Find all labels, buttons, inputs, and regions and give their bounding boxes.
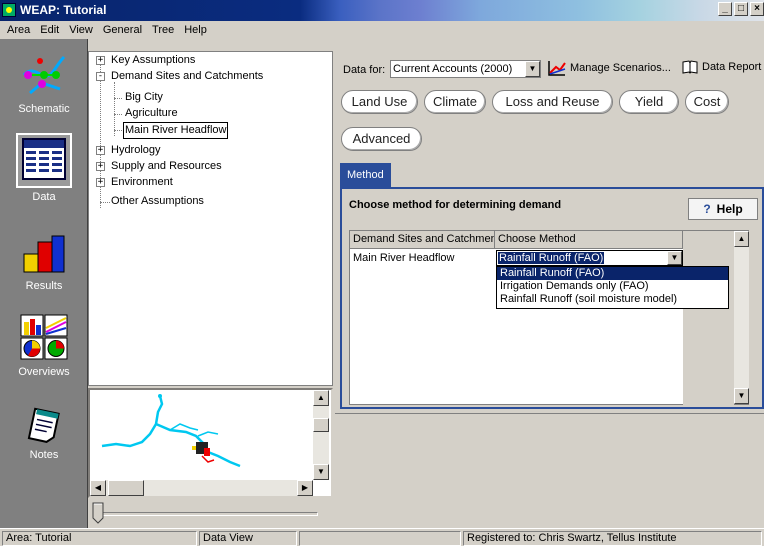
status-view: Data View bbox=[199, 531, 297, 546]
menu-help[interactable]: Help bbox=[179, 24, 212, 36]
scroll-up-arrow-icon[interactable]: ▲ bbox=[734, 231, 749, 247]
notes-view-button[interactable]: Notes bbox=[0, 407, 88, 461]
scroll-thumb[interactable] bbox=[108, 480, 144, 496]
chevron-down-icon[interactable]: ▼ bbox=[667, 251, 682, 265]
minimize-button[interactable]: _ bbox=[718, 2, 732, 16]
category-advanced[interactable]: Advanced bbox=[341, 127, 422, 151]
data-label: Data bbox=[32, 191, 56, 203]
maximize-button[interactable]: □ bbox=[734, 2, 748, 16]
dropdown-option-irrigation-demands[interactable]: Irrigation Demands only (FAO) bbox=[497, 280, 728, 293]
chevron-down-icon: ▼ bbox=[525, 61, 540, 77]
title-bar: WEAP: Tutorial _ □ × bbox=[0, 0, 764, 21]
grid-vertical-scrollbar[interactable]: ▲ ▼ bbox=[734, 231, 749, 404]
help-button[interactable]: ? Help bbox=[688, 198, 758, 220]
tree-connector bbox=[114, 114, 122, 115]
help-label: Help bbox=[716, 202, 743, 216]
schematic-view-button[interactable]: Schematic bbox=[0, 53, 88, 115]
menu-bar: Area Edit View General Tree Help bbox=[0, 21, 764, 39]
weap-app-icon bbox=[2, 3, 16, 17]
scenario-chart-icon bbox=[548, 61, 566, 76]
scenario-value: Current Accounts (2000) bbox=[393, 63, 513, 75]
expand-icon[interactable]: + bbox=[96, 56, 105, 65]
river-map-thumbnail bbox=[101, 394, 241, 468]
tab-method[interactable]: Method bbox=[340, 163, 391, 187]
collapse-icon[interactable]: - bbox=[96, 72, 105, 81]
method-select-value: Rainfall Runoff (FAO) bbox=[498, 252, 605, 264]
book-icon bbox=[682, 60, 698, 74]
table-row-site: Main River Headflow bbox=[353, 252, 455, 264]
data-grid-icon bbox=[22, 138, 66, 180]
scroll-up-arrow-icon[interactable]: ▲ bbox=[313, 390, 329, 406]
zoom-slider-area bbox=[88, 498, 333, 528]
menu-view[interactable]: View bbox=[64, 24, 98, 36]
tree-connector bbox=[114, 130, 122, 131]
category-climate[interactable]: Climate bbox=[424, 90, 486, 114]
status-empty bbox=[299, 531, 461, 546]
scroll-thumb[interactable] bbox=[313, 418, 329, 432]
overviews-view-button[interactable]: Overviews bbox=[0, 314, 88, 378]
overviews-label: Overviews bbox=[18, 366, 70, 378]
method-panel: Choose method for determining demand ? He… bbox=[340, 187, 764, 409]
data-tree: + Key Assumptions - Demand Sites and Cat… bbox=[88, 51, 333, 386]
scroll-right-arrow-icon[interactable]: ▶ bbox=[297, 480, 313, 496]
view-bar: Schematic Data Results Overviews Notes bbox=[0, 39, 88, 528]
scroll-left-arrow-icon[interactable]: ◀ bbox=[90, 480, 106, 496]
window-controls: _ □ × bbox=[716, 2, 764, 16]
map-vertical-scrollbar[interactable]: ▲ ▼ bbox=[313, 390, 329, 480]
question-mark-icon: ? bbox=[703, 202, 711, 216]
method-select[interactable]: Rainfall Runoff (FAO) ▼ bbox=[496, 250, 683, 266]
data-panel: Data for: Current Accounts (2000) ▼ Mana… bbox=[335, 51, 764, 528]
method-dropdown-list: Rainfall Runoff (FAO) Irrigation Demands… bbox=[496, 266, 729, 309]
status-area: Area: Tutorial bbox=[2, 531, 197, 546]
status-bar: Area: Tutorial Data View Registered to: … bbox=[0, 528, 764, 546]
grid-empty-area bbox=[683, 231, 734, 406]
tree-connector bbox=[100, 202, 110, 203]
manage-scenarios-button[interactable]: Manage Scenarios... bbox=[548, 60, 671, 76]
results-view-button[interactable]: Results bbox=[0, 234, 88, 292]
menu-tree[interactable]: Tree bbox=[147, 24, 179, 36]
window-title: WEAP: Tutorial bbox=[20, 3, 107, 17]
zoom-slider-thumb-icon[interactable] bbox=[92, 502, 104, 524]
zoom-slider-track[interactable] bbox=[100, 512, 318, 516]
category-loss-and-reuse[interactable]: Loss and Reuse bbox=[492, 90, 613, 114]
schematic-label: Schematic bbox=[18, 103, 70, 115]
expand-icon[interactable]: + bbox=[96, 162, 105, 171]
panel-title: Choose method for determining demand bbox=[349, 199, 562, 211]
expand-icon[interactable]: + bbox=[96, 178, 105, 187]
close-button[interactable]: × bbox=[750, 2, 764, 16]
data-for-label: Data for: bbox=[343, 64, 386, 76]
results-label: Results bbox=[25, 280, 63, 292]
status-registered: Registered to: Chris Swartz, Tellus Inst… bbox=[463, 531, 762, 546]
data-report-label: Data Report bbox=[702, 61, 762, 73]
schematic-icon bbox=[22, 55, 66, 95]
column-header-demand-sites: Demand Sites and Catchments bbox=[350, 231, 495, 249]
data-view-button[interactable]: Data bbox=[0, 133, 88, 203]
scroll-down-arrow-icon[interactable]: ▼ bbox=[734, 388, 749, 404]
scenario-select[interactable]: Current Accounts (2000) ▼ bbox=[390, 60, 541, 78]
tree-connector bbox=[114, 82, 115, 136]
category-cost[interactable]: Cost bbox=[685, 90, 729, 114]
menu-general[interactable]: General bbox=[98, 24, 147, 36]
overview-charts-icon bbox=[20, 314, 68, 360]
method-grid: Demand Sites and Catchments Choose Metho… bbox=[349, 230, 749, 406]
bar-chart-icon bbox=[23, 235, 65, 273]
notepad-icon bbox=[27, 407, 60, 443]
scroll-down-arrow-icon[interactable]: ▼ bbox=[313, 464, 329, 480]
dropdown-option-rainfall-runoff-fao[interactable]: Rainfall Runoff (FAO) bbox=[497, 267, 728, 280]
menu-area[interactable]: Area bbox=[2, 24, 35, 36]
notes-label: Notes bbox=[29, 449, 59, 461]
dropdown-option-soil-moisture[interactable]: Rainfall Runoff (soil moisture model) bbox=[497, 293, 728, 306]
lower-chart-panel bbox=[335, 413, 764, 528]
expand-icon[interactable]: + bbox=[96, 146, 105, 155]
map-horizontal-scrollbar[interactable]: ◀ ▶ bbox=[90, 480, 313, 496]
column-header-choose-method: Choose Method bbox=[495, 231, 683, 249]
category-yield[interactable]: Yield bbox=[619, 90, 679, 114]
tree-connector bbox=[114, 98, 122, 99]
category-land-use[interactable]: Land Use bbox=[341, 90, 418, 114]
manage-scenarios-label: Manage Scenarios... bbox=[570, 62, 671, 74]
data-report-button[interactable]: Data Report bbox=[682, 60, 761, 74]
menu-edit[interactable]: Edit bbox=[35, 24, 64, 36]
mini-map[interactable]: ▲ ▼ ◀ ▶ bbox=[88, 388, 333, 498]
